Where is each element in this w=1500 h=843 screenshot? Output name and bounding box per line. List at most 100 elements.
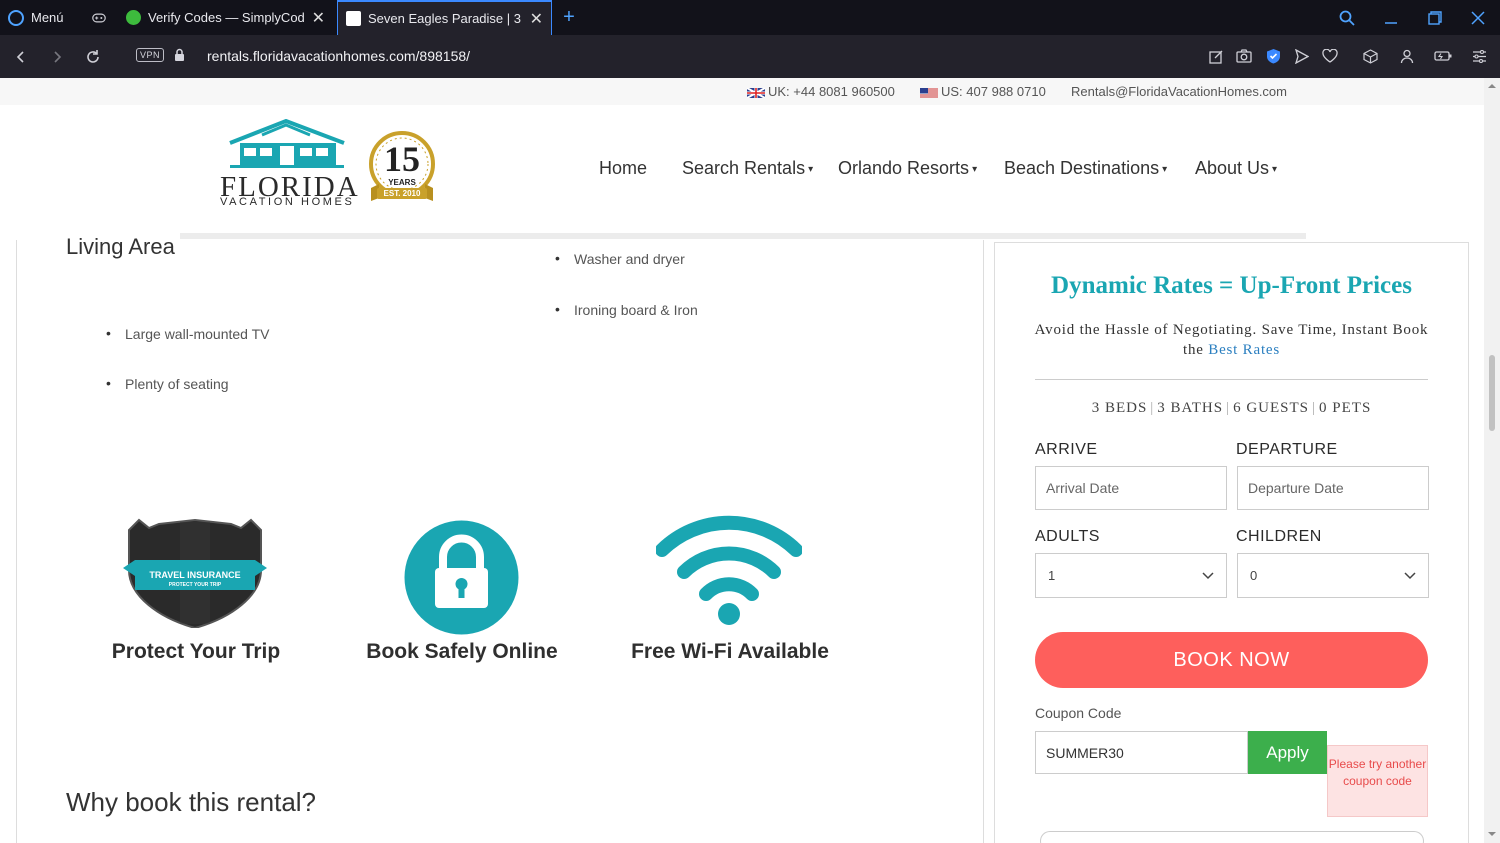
- children-label: CHILDREN: [1236, 528, 1322, 545]
- booking-title: Dynamic Rates = Up-Front Prices: [1051, 272, 1412, 299]
- restore-icon[interactable]: [1413, 0, 1457, 35]
- send-icon[interactable]: [1290, 45, 1312, 67]
- camera-icon[interactable]: [1233, 45, 1255, 67]
- nav-search-rentals[interactable]: Search Rentals ▾: [682, 158, 813, 179]
- minimize-icon[interactable]: [1369, 0, 1413, 35]
- easy-setup-icon[interactable]: [1468, 45, 1490, 67]
- nav-label: Beach Destinations: [1004, 158, 1160, 178]
- browser-menu-label: Menú: [31, 10, 64, 25]
- nav-beach-destinations[interactable]: Beach Destinations ▾: [1004, 158, 1167, 179]
- header-divider: [180, 233, 1306, 239]
- battery-saver-icon[interactable]: [1432, 45, 1454, 67]
- nav-orlando-resorts[interactable]: Orlando Resorts ▾: [838, 158, 977, 179]
- profile-icon[interactable]: [1396, 45, 1418, 67]
- shield-check-icon[interactable]: [1262, 45, 1284, 67]
- coupon-error-message: Please try another coupon code: [1327, 745, 1428, 817]
- caret-down-icon: ▾: [1272, 163, 1278, 175]
- adults-select[interactable]: 1: [1035, 553, 1227, 598]
- departure-label: DEPARTURE: [1236, 441, 1338, 458]
- amenity-item: Large wall-mounted TV: [106, 325, 270, 342]
- amenity-item: Ironing board & Iron: [555, 301, 698, 318]
- tab-verify-codes[interactable]: Verify Codes — SimplyCodes ✕: [118, 0, 333, 35]
- coupon-code-label: Coupon Code: [1035, 705, 1122, 721]
- vpn-badge[interactable]: VPN: [136, 48, 165, 62]
- browser-menu-button[interactable]: Menú: [0, 0, 80, 35]
- nav-label: Orlando Resorts: [838, 158, 970, 178]
- simplycodes-favicon-icon: [126, 10, 141, 25]
- logo-subtitle: VACATION HOMES: [220, 196, 355, 208]
- uk-phone-link[interactable]: UK: +44 8081 960500: [747, 84, 895, 99]
- living-area-heading: Living Area: [66, 234, 175, 259]
- children-value: 0: [1250, 568, 1258, 583]
- scroll-up-icon[interactable]: [1488, 82, 1496, 90]
- arrival-date-input[interactable]: Arrival Date: [1035, 466, 1227, 510]
- amenity-item: Washer and dryer: [555, 250, 685, 267]
- caret-down-icon: ▾: [972, 163, 978, 175]
- reload-icon[interactable]: [78, 35, 108, 78]
- tab-title: Seven Eagles Paradise | 3 bedroom: [368, 11, 523, 26]
- departure-date-input[interactable]: Departure Date: [1237, 466, 1429, 510]
- scrollbar-thumb[interactable]: [1489, 355, 1495, 431]
- heart-icon[interactable]: [1319, 45, 1341, 67]
- badge-years: YEARS: [388, 178, 416, 187]
- padlock-icon: [404, 520, 519, 635]
- why-book-heading: Why book this rental?: [66, 787, 317, 817]
- nav-home[interactable]: Home: [599, 158, 647, 179]
- search-tabs-icon[interactable]: [1325, 0, 1369, 35]
- caret-down-icon: ▾: [808, 163, 814, 175]
- feature-label: Book Safely Online: [366, 640, 558, 663]
- spec-pets: 0 PETS: [1319, 400, 1372, 416]
- uk-flag-icon: [747, 87, 765, 98]
- badge-est: EST. 2010: [383, 189, 421, 198]
- booking-subtitle: Avoid the Hassle of Negotiating. Save Ti…: [1034, 320, 1429, 360]
- house-logo-icon: [229, 119, 345, 168]
- nav-label: Home: [599, 158, 648, 178]
- tab-close-icon[interactable]: ✕: [312, 8, 325, 28]
- chevron-down-icon: [1404, 572, 1416, 580]
- scroll-down-icon[interactable]: [1488, 830, 1496, 838]
- book-now-button[interactable]: BOOK NOW: [1035, 632, 1428, 688]
- forward-icon[interactable]: [42, 35, 72, 78]
- arrive-label: ARRIVE: [1035, 441, 1098, 458]
- tab-seven-eagles[interactable]: Seven Eagles Paradise | 3 bedroom ✕: [337, 0, 552, 35]
- gamepad-icon: [92, 13, 106, 22]
- feature-label: Free Wi-Fi Available: [631, 640, 829, 663]
- adults-label: ADULTS: [1035, 528, 1100, 545]
- feature-label: Protect Your Trip: [111, 640, 281, 663]
- email-link[interactable]: Rentals@FloridaVacationHomes.com: [1071, 84, 1287, 99]
- wifi-icon: [656, 515, 802, 625]
- lock-icon[interactable]: [174, 48, 185, 62]
- back-icon[interactable]: [6, 35, 36, 78]
- shield-text: TRAVEL INSURANCE: [149, 570, 241, 580]
- spec-beds: 3 BEDS: [1091, 400, 1148, 416]
- gamepad-button[interactable]: [84, 0, 114, 35]
- secondary-button-partial[interactable]: [1040, 831, 1424, 843]
- coupon-code-input[interactable]: SUMMER30: [1035, 731, 1248, 774]
- best-rates-highlight: Best Rates: [1208, 342, 1281, 358]
- page-scrollbar[interactable]: [1484, 78, 1500, 843]
- amenity-item: Plenty of seating: [106, 375, 228, 392]
- nav-about-us[interactable]: About Us ▾: [1195, 158, 1277, 179]
- close-window-icon[interactable]: [1456, 0, 1500, 35]
- contact-bar: UK: +44 8081 960500 US: 407 988 0710 Ren…: [0, 78, 1484, 105]
- snapshot-edit-icon[interactable]: [1205, 45, 1227, 67]
- us-phone-text: US: 407 988 0710: [941, 84, 1046, 99]
- tab-close-icon[interactable]: ✕: [530, 9, 543, 29]
- nav-label: About Us: [1195, 158, 1270, 178]
- booking-divider: [1035, 379, 1428, 380]
- address-bar: VPN rentals.floridavacationhomes.com/898…: [0, 35, 1500, 78]
- new-tab-icon[interactable]: +: [556, 0, 582, 35]
- shield-subtext: PROTECT YOUR TRIP: [168, 582, 222, 588]
- spec-baths: 3 BATHS: [1157, 400, 1224, 416]
- us-flag-icon: [920, 87, 938, 98]
- badge-number: 15: [384, 139, 420, 179]
- browser-tab-bar: Menú Verify Codes — SimplyCodes ✕ Seven …: [0, 0, 1500, 35]
- us-phone-link[interactable]: US: 407 988 0710: [920, 84, 1046, 99]
- children-select[interactable]: 0: [1237, 553, 1429, 598]
- url-field[interactable]: rentals.floridavacationhomes.com/898158/: [207, 48, 470, 64]
- cube-icon[interactable]: [1359, 45, 1381, 67]
- apply-coupon-button[interactable]: Apply: [1248, 731, 1327, 774]
- nav-label: Search Rentals: [682, 158, 806, 178]
- tab-title: Verify Codes — SimplyCodes: [148, 10, 305, 25]
- caret-down-icon: ▾: [1162, 163, 1168, 175]
